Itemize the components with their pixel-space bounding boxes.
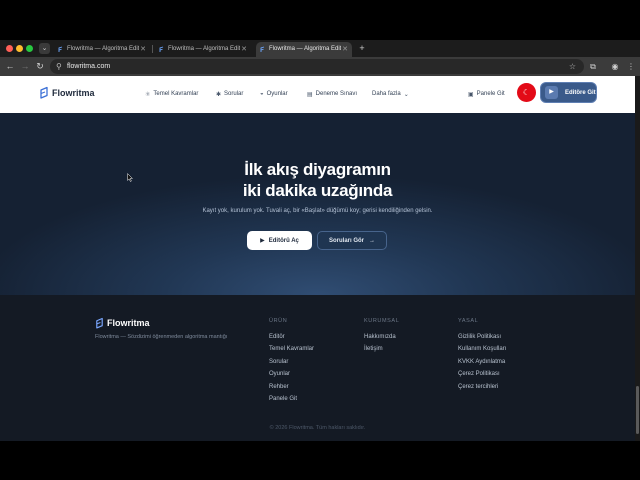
panel-link[interactable]: ▣ Panele Git <box>468 88 505 100</box>
screen: ⌄ Flowritma — Algoritma Editörü ✕ Flowri… <box>0 0 640 480</box>
flowritma-favicon-icon <box>58 46 63 52</box>
browser-tab-active[interactable]: Flowritma — Algoritma Editörü ✕ <box>256 42 352 57</box>
page-scrollbar[interactable] <box>635 76 640 441</box>
puzzle-icon: ✱ <box>216 91 222 98</box>
logo-text: Flowritma <box>52 87 95 98</box>
nav-label: Temel Kavramlar <box>153 91 199 97</box>
nav-label: Daha fazla <box>372 91 401 97</box>
play-icon: ▶ <box>545 86 558 99</box>
site-footer: Flowritma Flowritma — Sözdizimi öğrenmed… <box>0 295 635 441</box>
minimize-window-button[interactable] <box>16 45 23 52</box>
footer-link[interactable]: Sorular <box>269 356 314 368</box>
hero-section: İlk akış diyagramın iki dakika uzağında … <box>0 113 635 295</box>
footer-link[interactable]: Rehber <box>269 381 314 393</box>
address-url[interactable]: flowritma.com <box>67 59 110 74</box>
mouse-cursor-icon <box>127 173 133 182</box>
bookmark-star-icon[interactable]: ☆ <box>569 59 576 74</box>
footer-tagline: Flowritma — Sözdizimi öğrenmeden algorit… <box>95 334 228 340</box>
browser-menu-icon[interactable]: ⋮ <box>625 60 637 73</box>
footer-link[interactable]: Temel Kavramlar <box>269 343 314 355</box>
editor-cta-button[interactable]: ▶ Editöre Git <box>540 82 597 103</box>
hero-title-line-2: iki dakika uzağında <box>242 181 393 200</box>
tab-close-icon[interactable]: ✕ <box>140 42 146 57</box>
maximize-window-button[interactable] <box>26 45 33 52</box>
footer-link[interactable]: Kullanım Koşulları <box>458 343 506 355</box>
nav-sorular[interactable]: ✱ Sorular <box>216 88 243 100</box>
site-header: Flowritma ⚛ Temel Kavramlar ✱ Sorular ◒ … <box>0 76 635 113</box>
tab-close-icon[interactable]: ✕ <box>241 42 247 57</box>
footer-logo-text: Flowritma <box>107 318 150 328</box>
nav-label: Deneme Sınavı <box>315 91 358 97</box>
tab-title: Flowritma — Algoritma Editörü <box>67 46 139 52</box>
nav-label: Oyunlar <box>266 91 288 97</box>
address-toolbar: ← → ↻ ⚲ flowritma.com ☆ ⧉ ◉ ⋮ <box>0 57 640 76</box>
nav-deneme-sinavi[interactable]: ▤ Deneme Sınavı <box>307 88 357 100</box>
open-editor-label: Editörü Aç <box>268 237 299 244</box>
back-arrow-icon[interactable]: ← <box>4 60 16 73</box>
close-window-button[interactable] <box>6 45 13 52</box>
chevron-down-icon: ⌄ <box>403 91 409 98</box>
tab-strip: ⌄ Flowritma — Algoritma Editörü ✕ Flowri… <box>0 40 640 57</box>
footer-link[interactable]: İletişim <box>364 343 399 355</box>
nav-daha-fazla[interactable]: Daha fazla ⌄ <box>372 88 409 100</box>
arrow-right-icon: → <box>369 237 375 244</box>
hero-title: İlk akış diyagramın iki dakika uzağında <box>0 159 635 201</box>
new-tab-button[interactable]: + <box>357 42 367 55</box>
flowritma-favicon-icon <box>159 46 164 52</box>
footer-copyright: © 2026 Flowritma. Tüm hakları saklıdır. <box>269 425 366 431</box>
address-bar[interactable]: ⚲ flowritma.com ☆ <box>50 59 584 74</box>
footer-column-urun: ÜRÜN Editör Temel Kavramlar Sorular Oyun… <box>269 318 314 405</box>
tab-close-icon[interactable]: ✕ <box>342 42 348 57</box>
forward-arrow-icon[interactable]: → <box>19 60 31 73</box>
panel-link-label: Panele Git <box>476 91 505 97</box>
footer-link[interactable]: Gizlilik Politikası <box>458 331 506 343</box>
atom-icon: ⚛ <box>145 91 151 98</box>
flowritma-favicon-icon <box>260 46 265 52</box>
footer-link[interactable]: Editör <box>269 331 314 343</box>
tr-flag-icon[interactable]: ☾ <box>517 83 536 102</box>
gamepad-icon: ◒ <box>260 91 264 97</box>
cookie-preferences-button[interactable]: Çerez tercihleri <box>458 381 506 393</box>
footer-link[interactable]: Panele Git <box>269 393 314 405</box>
view-questions-label: Soruları Gör <box>328 237 364 244</box>
site-logo[interactable]: Flowritma <box>39 86 95 99</box>
tab-title: Flowritma — Algoritma Editörü <box>168 46 240 52</box>
tab-title: Flowritma — Algoritma Editörü <box>269 46 341 52</box>
web-page: Flowritma ⚛ Temel Kavramlar ✱ Sorular ◒ … <box>0 76 640 441</box>
flowritma-logo-icon <box>96 317 103 329</box>
browser-window: ⌄ Flowritma — Algoritma Editörü ✕ Flowri… <box>0 40 640 441</box>
nav-oyunlar[interactable]: ◒ Oyunlar <box>260 88 288 100</box>
flowritma-logo-icon <box>40 86 48 99</box>
editor-cta-label: Editöre Git <box>565 89 596 96</box>
nav-temel-kavramlar[interactable]: ⚛ Temel Kavramlar <box>145 88 198 100</box>
footer-link[interactable]: Çerez Politikası <box>458 368 506 380</box>
scrollbar-thumb[interactable] <box>636 386 639 434</box>
footer-heading: YASAL <box>458 318 479 324</box>
footer-heading: ÜRÜN <box>269 318 288 324</box>
view-questions-button[interactable]: Soruları Gör → <box>317 231 387 250</box>
open-editor-button[interactable]: ▶ Editörü Aç <box>247 231 312 250</box>
tab-search-button[interactable]: ⌄ <box>39 43 50 54</box>
browser-tab[interactable]: Flowritma — Algoritma Editörü ✕ <box>155 42 251 57</box>
hero-title-line-1: İlk akış diyagramın <box>244 160 391 179</box>
browser-tab[interactable]: Flowritma — Algoritma Editörü ✕ <box>54 42 150 57</box>
play-icon: ▶ <box>260 238 265 244</box>
footer-logo[interactable]: Flowritma <box>95 317 150 329</box>
nav-label: Sorular <box>224 91 244 97</box>
extensions-icon[interactable]: ⧉ <box>587 60 599 73</box>
hero-subtitle: Kayıt yok, kurulum yok. Tuvali aç, bir «… <box>202 208 433 214</box>
footer-link[interactable]: Oyunlar <box>269 368 314 380</box>
footer-link[interactable]: Hakkımızda <box>364 331 399 343</box>
tab-divider <box>152 45 153 53</box>
footer-heading: KURUMSAL <box>364 318 400 324</box>
clipboard-icon: ▤ <box>307 91 313 98</box>
dashboard-icon: ▣ <box>468 91 474 98</box>
footer-column-kurumsal: KURUMSAL Hakkımızda İletişim <box>364 318 399 356</box>
footer-link[interactable]: KVKK Aydınlatma <box>458 356 506 368</box>
reload-icon[interactable]: ↻ <box>34 60 46 73</box>
footer-column-yasal: YASAL Gizlilik Politikası Kullanım Koşul… <box>458 318 506 393</box>
profile-icon[interactable]: ◉ <box>609 60 621 73</box>
site-info-icon[interactable]: ⚲ <box>56 60 62 73</box>
